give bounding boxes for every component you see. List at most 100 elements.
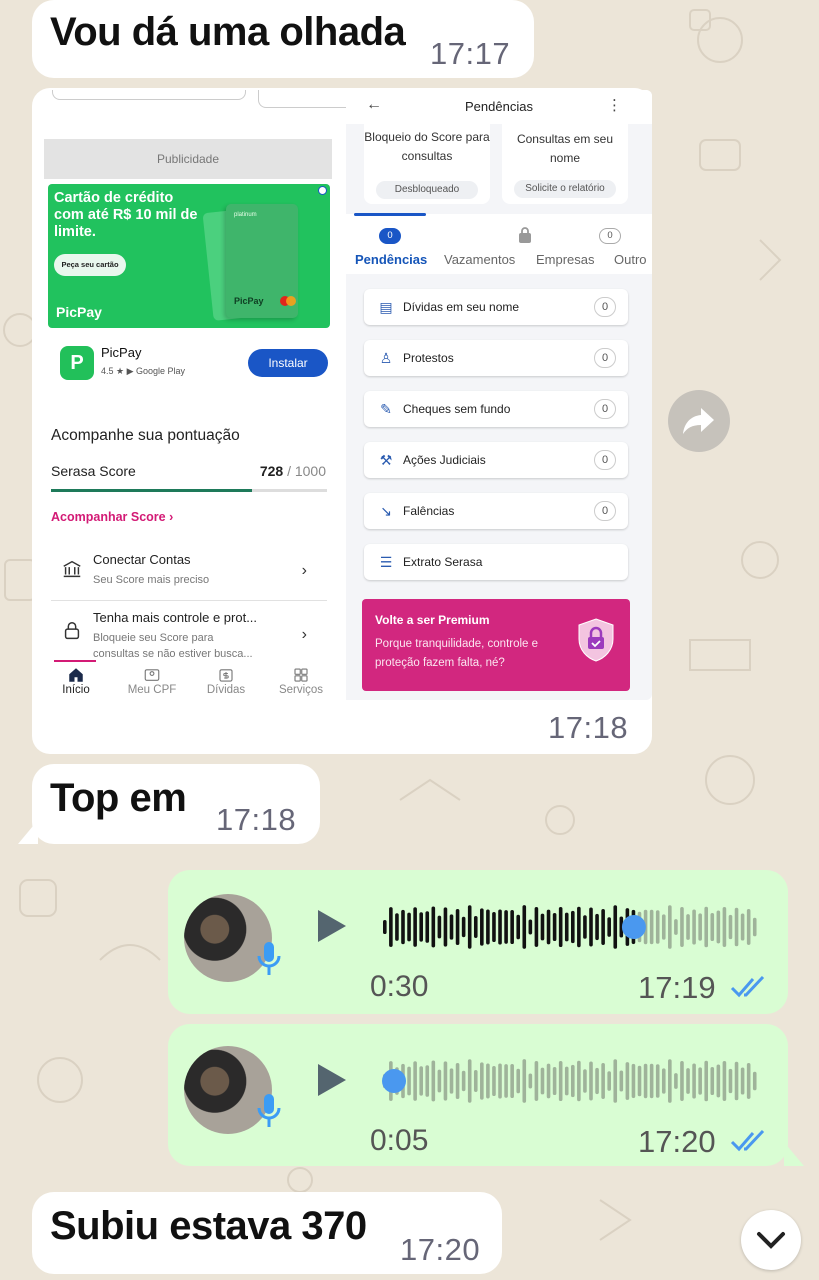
waveform-bar <box>455 909 460 945</box>
track-score-link[interactable]: Acompanhar Score › <box>51 510 173 524</box>
waveform-bar <box>668 1059 672 1103</box>
pendency-protests[interactable]: ♙ Protestos 0 <box>364 340 628 376</box>
tab-outros[interactable]: Outro <box>614 252 647 267</box>
waveform-bar <box>613 1059 618 1103</box>
voice-message-bubble[interactable]: 0:05 17:20 <box>168 1024 788 1166</box>
waveform-bar <box>661 914 666 940</box>
waveform-bar <box>540 1067 545 1095</box>
waveform-bar <box>607 1071 611 1091</box>
pendency-debts[interactable]: ▤ Dívidas em seu nome 0 <box>364 289 628 325</box>
waveform-bar <box>692 909 696 945</box>
voice-waveform[interactable] <box>382 902 758 952</box>
ad-banner[interactable]: Cartão de crédito com até R$ 10 mil de l… <box>48 184 330 328</box>
tab-pendencias[interactable]: Pendências <box>355 252 427 267</box>
shared-screenshot-image[interactable]: Publicidade Cartão de crédito com até R$… <box>44 90 652 700</box>
tab-badge: 0 <box>379 228 401 244</box>
message-time: 17:18 <box>216 802 297 837</box>
tab-badge: 0 <box>599 228 621 244</box>
ad-cta-button[interactable]: Peça seu cartão <box>54 254 126 276</box>
forward-icon <box>683 408 714 434</box>
nav-home[interactable]: Início <box>58 662 94 696</box>
waveform-bar <box>595 913 599 941</box>
waveform-bar <box>722 1061 727 1101</box>
waveform-bar <box>510 909 514 945</box>
card-title: Bloqueio do Score para consultas <box>364 130 490 163</box>
serasa-statement[interactable]: ☰ Extrato Serasa <box>364 544 628 580</box>
waveform-bar <box>649 909 654 945</box>
waveform-bar <box>407 912 411 942</box>
nav-debts[interactable]: Dívidas <box>204 662 248 696</box>
waveform-bar <box>413 907 417 947</box>
chevron-right-icon: › <box>301 562 307 579</box>
tab-empresas[interactable]: Empresas <box>536 252 595 267</box>
voice-duration: 0:30 <box>370 970 429 1003</box>
app-rating: 4.5 ★ ▶ Google Play <box>101 366 186 376</box>
playback-position-dot[interactable] <box>621 915 646 939</box>
waveform-bar <box>552 912 557 942</box>
waveform-bar <box>528 919 533 935</box>
waveform-bar <box>674 919 678 935</box>
forward-button[interactable] <box>668 390 730 452</box>
pendency-label: Dívidas em seu nome <box>403 300 520 314</box>
waveform-bar <box>704 1060 709 1102</box>
pendency-bankruptcies[interactable]: ↘ Falências 0 <box>364 493 628 529</box>
play-button[interactable] <box>318 1064 346 1096</box>
waveform-bar <box>510 1063 514 1099</box>
waveform-bar <box>583 915 587 939</box>
pendency-label: Ações Judiciais <box>403 453 486 467</box>
pendency-lawsuits[interactable]: ⚒ Ações Judiciais 0 <box>364 442 628 478</box>
more-menu-icon[interactable]: ⋮ <box>607 96 622 114</box>
waveform-bar <box>467 905 472 949</box>
debts-icon <box>219 669 233 682</box>
waveform-bar <box>734 1061 739 1101</box>
waveform-bar <box>473 916 478 938</box>
waveform-bar <box>425 911 430 943</box>
active-tab-underline <box>354 213 426 216</box>
nav-services[interactable]: Serviços <box>274 662 328 696</box>
statement-icon: ☰ <box>379 554 393 570</box>
grid-icon <box>294 668 308 682</box>
nav-my-cpf[interactable]: Meu CPF <box>124 662 180 696</box>
pendency-count: 0 <box>594 399 616 419</box>
message-text: Subiu estava 370 <box>50 1204 367 1248</box>
install-button[interactable]: Instalar <box>248 349 328 377</box>
waveform-bar <box>589 1061 593 1101</box>
pendency-label: Falências <box>403 504 455 518</box>
more-control-row[interactable]: Tenha mais controle e prot... Bloqueie s… <box>51 610 327 658</box>
bank-icon <box>63 560 81 578</box>
tab-vazamentos[interactable]: Vazamentos <box>444 252 515 267</box>
scroll-to-bottom-button[interactable] <box>741 1210 801 1270</box>
waveform-bar <box>504 910 508 944</box>
score-lock-card[interactable]: Bloqueio do Score para consultas Desbloq… <box>364 124 490 204</box>
chevron-down-icon <box>757 1232 785 1249</box>
app-name: PicPay <box>101 345 142 360</box>
voice-waveform[interactable] <box>382 1056 758 1106</box>
waveform-bar <box>558 1060 563 1102</box>
waveform-bar <box>564 1066 569 1096</box>
premium-banner[interactable]: Volte a ser Premium Porque tranquilidade… <box>362 599 630 691</box>
divider <box>51 600 327 601</box>
check-icon: ✎ <box>380 401 392 417</box>
message-time: 17:19 <box>638 970 716 1005</box>
lock-icon <box>519 227 531 243</box>
waveform-bar <box>480 908 484 946</box>
message-bubble-incoming[interactable]: Top em 17:18 <box>32 764 320 844</box>
row-subtitle: Seu Score mais preciso <box>93 574 210 586</box>
play-button[interactable] <box>318 910 346 942</box>
message-bubble-incoming[interactable]: Vou dá uma olhada 17:17 <box>32 0 534 78</box>
waveform-bar <box>498 909 502 945</box>
card-brand-label: PicPay <box>234 296 264 306</box>
waveform-bar <box>655 1064 660 1098</box>
queries-card[interactable]: Consultas em seu nome Solicite o relatór… <box>502 124 628 204</box>
id-card-icon <box>144 669 160 681</box>
playback-position-dot[interactable] <box>382 1069 406 1093</box>
waveform-bar <box>704 906 709 948</box>
ad-info-icon[interactable] <box>318 186 327 195</box>
row-title: Tenha mais controle e prot... <box>93 610 258 625</box>
connect-accounts-row[interactable]: Conectar Contas Seu Score mais preciso › <box>51 552 327 592</box>
voice-message-bubble[interactable]: 0:30 17:19 <box>168 870 788 1014</box>
document-money-icon: ▤ <box>379 299 393 315</box>
shield-lock-icon <box>578 618 614 662</box>
pendency-checks[interactable]: ✎ Cheques sem fundo 0 <box>364 391 628 427</box>
message-bubble-incoming[interactable]: Subiu estava 370 17:20 <box>32 1192 502 1274</box>
